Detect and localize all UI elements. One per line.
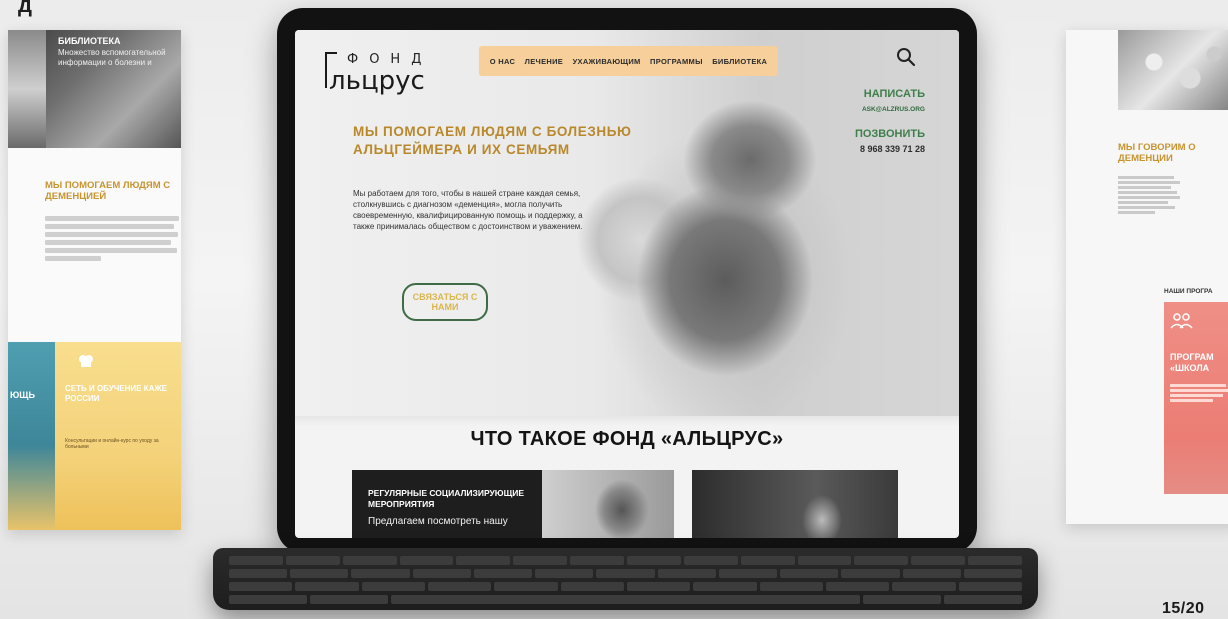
hero-divider — [295, 416, 959, 426]
key-row — [229, 595, 1022, 604]
library-title: БИБЛИОТЕКА — [58, 36, 121, 46]
logo-fond-text: ФОНД — [347, 52, 433, 67]
second-card-photo[interactable] — [692, 470, 898, 538]
nav-item-library[interactable]: БИБЛИОТЕКА — [712, 57, 767, 66]
right-preview-panel: МЫ ГОВОРИМ О ДЕМЕНЦИИ НАШИ ПРОГРА ПРОГРА… — [1066, 30, 1228, 524]
events-card-sub: Предлагаем посмотреть нашу — [368, 516, 508, 527]
events-card-photo — [542, 470, 674, 538]
left-preview-panel: БИБЛИОТЕКА Множество вспомогательной инф… — [8, 30, 181, 530]
blue-card: ЮЩЬ — [8, 342, 55, 530]
contact-phone[interactable]: 8 968 339 71 28 — [811, 144, 925, 154]
left-heading: МЫ ПОМОГАЕМ ЛЮДЯМ С ДЕМЕНЦИЕЙ — [45, 180, 171, 202]
contact-email[interactable]: ASK@ALZRUS.ORG — [821, 106, 925, 113]
yellow-card-title: СЕТЬ И ОБУЧЕНИЕ КАЖЕ РОССИИ — [65, 384, 167, 403]
people-icon — [1170, 312, 1194, 335]
key-row — [229, 569, 1023, 578]
site-logo[interactable]: ФОНД льцрус — [325, 52, 467, 102]
slide-title-partial: д — [18, 0, 33, 17]
nav-item-caregivers[interactable]: УХАЖИВАЮЩИМ — [573, 57, 641, 66]
logo-name-text: льцрус — [329, 66, 425, 96]
chef-hat-icon — [77, 352, 95, 373]
call-link[interactable]: ПОЗВОНИТЬ — [811, 128, 925, 140]
hero-text: Мы работаем для того, чтобы в нашей стра… — [353, 189, 583, 231]
library-photo-side — [8, 30, 46, 148]
pink-card-title: ПРОГРАМ «ШКОЛА — [1170, 352, 1214, 373]
pills-photo — [1118, 30, 1228, 110]
key-row — [229, 556, 1023, 565]
nav-item-about[interactable]: О НАС — [490, 57, 515, 66]
main-nav: О НАС ЛЕЧЕНИЕ УХАЖИВАЮЩИМ ПРОГРАММЫ БИБЛ… — [479, 46, 778, 76]
tablet-device: ФОНД льцрус О НАС ЛЕЧЕНИЕ УХАЖИВАЮЩИМ ПР… — [277, 8, 977, 553]
programs-label: НАШИ ПРОГРА — [1164, 288, 1213, 295]
hero-title: МЫ ПОМОГАЕМ ЛЮДЯМ С БОЛЕЗНЬЮ АЛЬЦГЕЙМЕРА… — [353, 124, 632, 157]
yellow-card: СЕТЬ И ОБУЧЕНИЕ КАЖЕ РОССИИ Консультации… — [55, 342, 181, 530]
website-screen: ФОНД льцрус О НАС ЛЕЧЕНИЕ УХАЖИВАЮЩИМ ПР… — [295, 30, 959, 538]
right-heading: МЫ ГОВОРИМ О ДЕМЕНЦИИ — [1118, 142, 1196, 164]
key-row — [229, 582, 1022, 591]
nav-item-treatment[interactable]: ЛЕЧЕНИЕ — [525, 57, 563, 66]
right-body-text — [1118, 176, 1180, 216]
section-title: ЧТО ТАКОЕ ФОНД «АЛЬЦРУС» — [470, 428, 784, 450]
presentation-slide: д БИБЛИОТЕКА Множество вспомогательной и… — [0, 0, 1228, 619]
library-text: Множество вспомогательной информации о б… — [58, 48, 166, 67]
yellow-card-sub: Консультации и онлайн-курс по уходу за б… — [65, 438, 159, 450]
pink-card: ПРОГРАМ «ШКОЛА — [1164, 302, 1228, 494]
write-link[interactable]: НАПИСАТЬ — [821, 88, 925, 100]
contact-us-button[interactable]: СВЯЗАТЬСЯ С НАМИ — [402, 283, 488, 321]
nav-item-programs[interactable]: ПРОГРАММЫ — [650, 57, 703, 66]
blue-card-text: ЮЩЬ — [10, 390, 35, 400]
page-counter: 15/20 — [1162, 600, 1205, 617]
tablet-keyboard — [213, 548, 1038, 610]
left-body-text — [45, 216, 181, 264]
events-card[interactable]: РЕГУЛЯРНЫЕ СОЦИАЛИЗИРУЮЩИЕ МЕРОПРИЯТИЯ П… — [352, 470, 542, 538]
search-icon[interactable] — [895, 46, 917, 68]
pink-card-body — [1170, 384, 1228, 404]
